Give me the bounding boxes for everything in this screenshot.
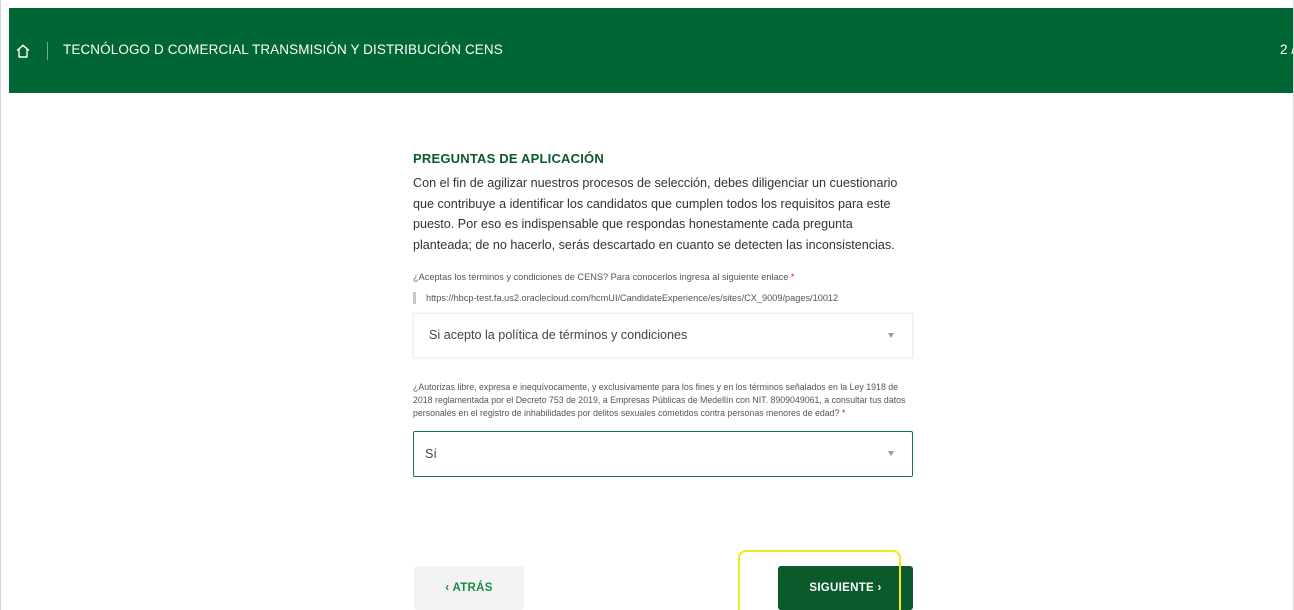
- question-1-select[interactable]: Si acepto la política de términos y cond…: [413, 313, 913, 358]
- quote-bar: [413, 292, 416, 304]
- questions-form: PREGUNTAS DE APLICACIÓN Con el fin de ag…: [413, 140, 915, 478]
- header-bar: TECNÓLOGO D COMERCIAL TRANSMISIÓN Y DIST…: [9, 8, 1294, 93]
- next-button[interactable]: SIGUIENTE ›: [778, 566, 913, 610]
- question-1-text: ¿Aceptas los términos y condiciones de C…: [413, 272, 789, 282]
- question-2-label: ¿Autorizas libre, expresa e inequívocame…: [413, 381, 915, 419]
- question-2-select[interactable]: Sí: [413, 431, 913, 478]
- header-divider: [47, 42, 48, 60]
- application-page: TECNÓLOGO D COMERCIAL TRANSMISIÓN Y DIST…: [0, 0, 1294, 610]
- question-2-selected-value: Sí: [425, 447, 437, 462]
- terms-link[interactable]: https://hbcp-test.fa.us2.oraclecloud.com…: [426, 293, 838, 303]
- required-mark: *: [790, 272, 795, 282]
- required-mark: *: [841, 407, 846, 418]
- home-button[interactable]: [13, 41, 33, 61]
- question-1-selected-value: Si acepto la política de términos y cond…: [429, 328, 688, 342]
- job-title: TECNÓLOGO D COMERCIAL TRANSMISIÓN Y DIST…: [63, 42, 503, 57]
- chevron-down-icon: [888, 333, 894, 338]
- back-button[interactable]: ‹ ATRÁS: [414, 566, 524, 610]
- step-indicator: 2 /: [1279, 42, 1294, 57]
- question-1-label: ¿Aceptas los términos y condiciones de C…: [413, 270, 915, 284]
- terms-link-row: https://hbcp-test.fa.us2.oraclecloud.com…: [413, 292, 915, 304]
- home-icon: [16, 44, 30, 58]
- intro-text: Con el fin de agilizar nuestros procesos…: [413, 176, 898, 252]
- question-2-text: ¿Autorizas libre, expresa e inequívocame…: [413, 382, 906, 418]
- chevron-down-icon: [888, 451, 894, 457]
- section-title: PREGUNTAS DE APLICACIÓN: [413, 151, 604, 166]
